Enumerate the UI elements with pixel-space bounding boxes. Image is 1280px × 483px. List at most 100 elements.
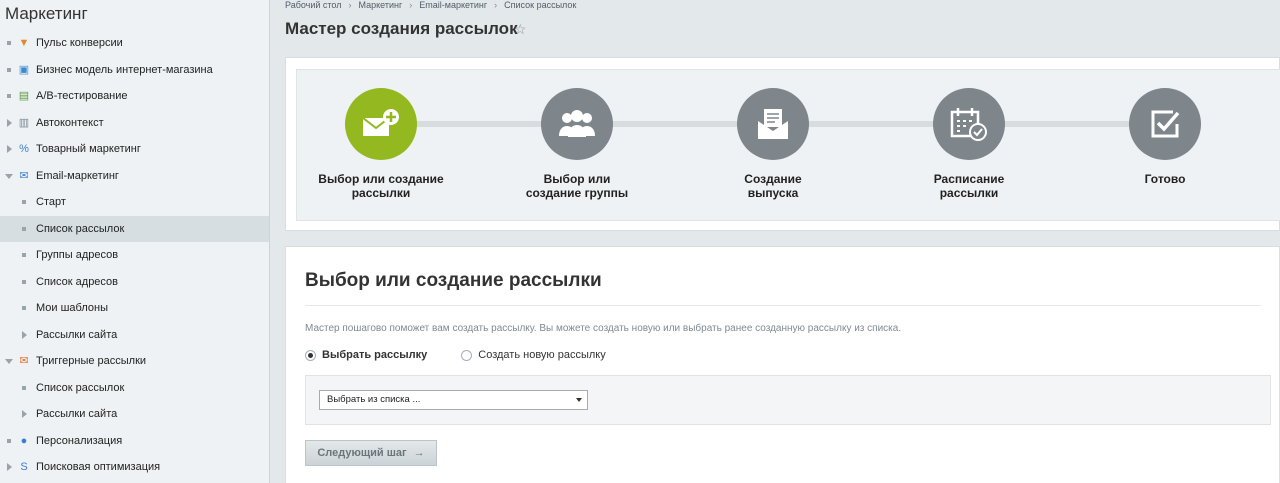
wizard-step: Готово (1090, 88, 1240, 186)
sidebar-title: Маркетинг (5, 4, 88, 23)
wizard-step-label: Расписание рассылки (933, 172, 1005, 200)
sidebar-item-label: Список рассылок (36, 381, 125, 394)
bullet-icon (22, 253, 26, 258)
breadcrumb-link[interactable]: Маркетинг (359, 0, 403, 10)
bullet-icon (22, 200, 26, 205)
sidebar-item[interactable]: S Поисковая оптимизация (0, 454, 269, 481)
bullet-icon (7, 94, 11, 99)
sidebar-item[interactable]: Рассылки сайта (0, 322, 269, 349)
mailing-select[interactable]: Выбрать из списка ... (319, 390, 588, 410)
funnel-icon: ▼ (18, 37, 30, 50)
expand-arrow-icon[interactable] (22, 410, 27, 419)
mailing-select-value: Выбрать из списка ... (327, 394, 421, 405)
sidebar-item-label: Рассылки сайта (36, 328, 118, 341)
form-divider (305, 305, 1261, 306)
select-mailing-label[interactable]: Выбрать рассылку (322, 349, 427, 361)
calendar-check-icon (933, 88, 1005, 160)
sidebar-item[interactable]: Старт (0, 189, 269, 216)
dropdown-arrow-icon (576, 398, 582, 402)
wizard-step: Расписание рассылки (894, 88, 1044, 200)
sidebar-item[interactable]: ✉ Email-маркетинг (0, 163, 269, 190)
sidebar-item[interactable]: Рассылки сайта (0, 401, 269, 428)
expand-arrow-icon[interactable] (7, 118, 12, 127)
bullet-icon (22, 385, 26, 390)
form-panel: Выбор или создание рассылки Мастер пошаг… (285, 246, 1280, 483)
mode-radio-group: Выбрать рассылку Создать новую рассылку (305, 349, 640, 361)
form-description: Мастер пошагово поможет вам создать расс… (305, 323, 902, 334)
email-icon: ✉ (19, 169, 29, 182)
seo-icon: S (20, 461, 28, 474)
personalization-icon: ● (20, 434, 28, 447)
expand-arrow-icon[interactable] (7, 145, 12, 154)
breadcrumb-separator-icon: › (409, 0, 413, 10)
group-icon (541, 88, 613, 160)
wizard-step-label: Готово (1144, 172, 1186, 186)
mail-add-icon (345, 88, 417, 160)
bullet-icon (7, 438, 11, 443)
sidebar-item[interactable]: ▤ A/B-тестирование (0, 83, 269, 110)
wizard-step-label: Выбор или создание группы (525, 172, 629, 200)
select-container: Выбрать из списка ... (305, 375, 1271, 425)
sidebar-item-label: Список рассылок (36, 222, 125, 235)
breadcrumb-separator-icon: › (494, 0, 498, 10)
sidebar-item[interactable]: Список адресов (0, 269, 269, 296)
sidebar: Маркетинг ▼ Пульс конверсии ▣ Бизнес модель… (0, 0, 270, 483)
breadcrumb-link[interactable]: Email-маркетинг (419, 0, 487, 10)
arrow-right-icon: → (413, 447, 425, 459)
sidebar-item-label: Пульс конверсии (36, 37, 123, 50)
wizard-step-label: Выбор или создание рассылки (318, 172, 444, 200)
breadcrumb-link[interactable]: Рабочий стол (285, 0, 342, 10)
sidebar-item[interactable]: ▥ Автоконтекст (0, 110, 269, 137)
create-mailing-radio[interactable] (461, 349, 473, 361)
sidebar-item[interactable]: Список рассылок (0, 375, 269, 402)
breadcrumb-separator-icon: › (348, 0, 352, 10)
wizard-steps: Выбор или создание рассылки Выбор или соз… (296, 69, 1280, 221)
sidebar-item-label: Старт (36, 196, 66, 209)
next-step-label: Следующий шаг (317, 447, 407, 459)
shop-model-icon: ▣ (18, 63, 30, 76)
next-step-button[interactable]: Следующий шаг → (305, 440, 437, 466)
sidebar-item[interactable]: ✉ Триггерные рассылки (0, 348, 269, 375)
percent-icon: % (19, 143, 29, 156)
sidebar-item-label: A/B-тестирование (36, 90, 128, 103)
wizard-step-label: Создание выпуска (744, 172, 802, 200)
wizard-step: Выбор или создание группы (502, 88, 652, 200)
bullet-icon (22, 226, 26, 231)
sidebar-item[interactable]: Группы адресов (0, 242, 269, 269)
favorite-star-icon[interactable]: ☆ (514, 21, 527, 38)
bullet-icon (22, 306, 26, 311)
sidebar-item[interactable]: Список рассылок (0, 215, 269, 242)
sidebar-item-label: Персонализация (36, 434, 123, 447)
sidebar-item-label: Мои шаблоны (36, 302, 108, 315)
trigger-mail-icon: ✉ (19, 355, 29, 368)
chart-icon: ▥ (18, 116, 30, 129)
sidebar-item-label: Товарный маркетинг (36, 143, 141, 156)
sidebar-item[interactable]: ▼ Пульс конверсии (0, 30, 269, 57)
expand-arrow-icon[interactable] (22, 330, 27, 339)
open-envelope-icon (737, 88, 809, 160)
checkbox-icon (1129, 88, 1201, 160)
sidebar-menu: ▼ Пульс конверсии ▣ Бизнес модель интернет-… (0, 30, 269, 481)
sidebar-item[interactable]: Мои шаблоны (0, 295, 269, 322)
collapse-arrow-icon[interactable] (5, 173, 13, 179)
sidebar-item-label: Список адресов (36, 275, 119, 288)
sidebar-item[interactable]: ● Персонализация (0, 428, 269, 455)
sidebar-item-label: Email-маркетинг (36, 169, 119, 182)
sidebar-item-label: Группы адресов (36, 249, 119, 262)
wizard-step: Создание выпуска (698, 88, 848, 200)
sidebar-item-label: Автоконтекст (36, 116, 104, 129)
form-title: Выбор или создание рассылки (305, 270, 602, 291)
bullet-icon (7, 41, 11, 46)
wizard-steps-panel: Выбор или создание рассылки Выбор или соз… (285, 57, 1280, 231)
sidebar-item-label: Рассылки сайта (36, 408, 118, 421)
page-title: Мастер создания рассылок (285, 19, 518, 38)
expand-arrow-icon[interactable] (7, 463, 12, 472)
select-mailing-radio[interactable] (305, 349, 316, 361)
sidebar-item[interactable]: % Товарный маркетинг (0, 136, 269, 163)
collapse-arrow-icon[interactable] (5, 359, 13, 365)
bullet-icon (7, 67, 11, 72)
breadcrumb-link[interactable]: Список рассылок (504, 0, 576, 10)
sidebar-item[interactable]: ▣ Бизнес модель интернет-магазина (0, 57, 269, 84)
ab-test-icon: ▤ (18, 90, 30, 103)
create-mailing-label[interactable]: Создать новую рассылку (478, 349, 605, 361)
